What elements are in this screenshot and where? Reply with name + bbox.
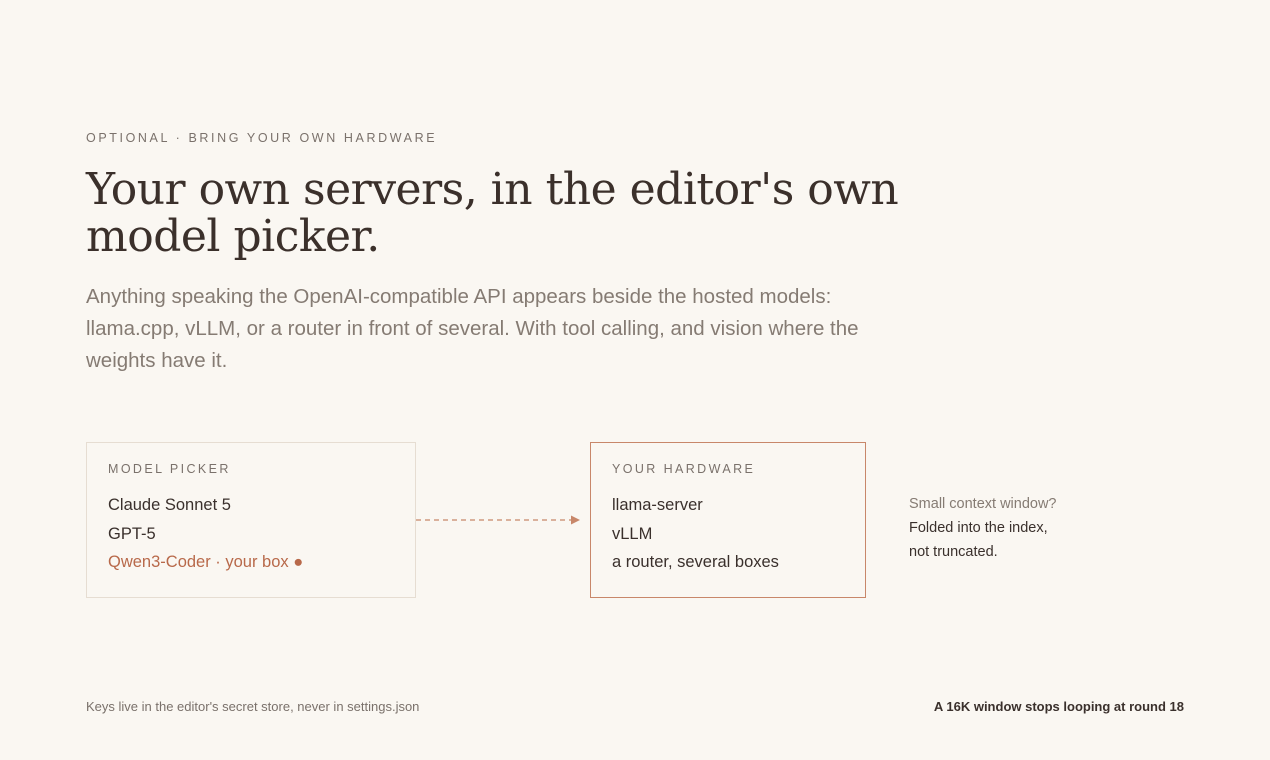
hardware-list: llama-server vLLM a router, several boxe… <box>612 491 779 577</box>
hardware-label: YOUR HARDWARE <box>612 462 756 476</box>
context-note-body: Folded into the index, not truncated. <box>909 520 1048 560</box>
eyebrow-label: OPTIONAL · BRING YOUR OWN HARDWARE <box>86 131 438 145</box>
hardware-card: YOUR HARDWARE llama-server vLLM a router… <box>590 442 866 598</box>
model-option-local[interactable]: Qwen3-Coder · your box ● <box>108 548 303 577</box>
model-picker-card: MODEL PICKER Claude Sonnet 5 GPT-5 Qwen3… <box>86 442 416 598</box>
footer-keys-note: Keys live in the editor's secret store, … <box>86 699 420 714</box>
connector-arrow <box>416 515 580 525</box>
hardware-item-vllm: vLLM <box>612 524 653 543</box>
hardware-item-router: a router, several boxes <box>612 553 779 571</box>
model-option-gpt[interactable]: GPT-5 <box>108 520 303 549</box>
model-option-claude[interactable]: Claude Sonnet 5 <box>108 491 303 520</box>
lede-paragraph: Anything speaking the OpenAI-compatible … <box>86 285 859 372</box>
context-note: Small context window? Folded into the in… <box>909 492 1109 564</box>
context-note-title: Small context window? <box>909 496 1057 512</box>
footer-window-note: A 16K window stops looping at round 18 <box>933 699 1184 714</box>
model-picker-list: Claude Sonnet 5 GPT-5 Qwen3-Coder · your… <box>108 491 303 577</box>
hardware-item-llama-server: llama-server <box>612 496 703 514</box>
page-title: Your own servers, in the editor's own mo… <box>86 164 899 262</box>
model-picker-label: MODEL PICKER <box>108 462 231 476</box>
